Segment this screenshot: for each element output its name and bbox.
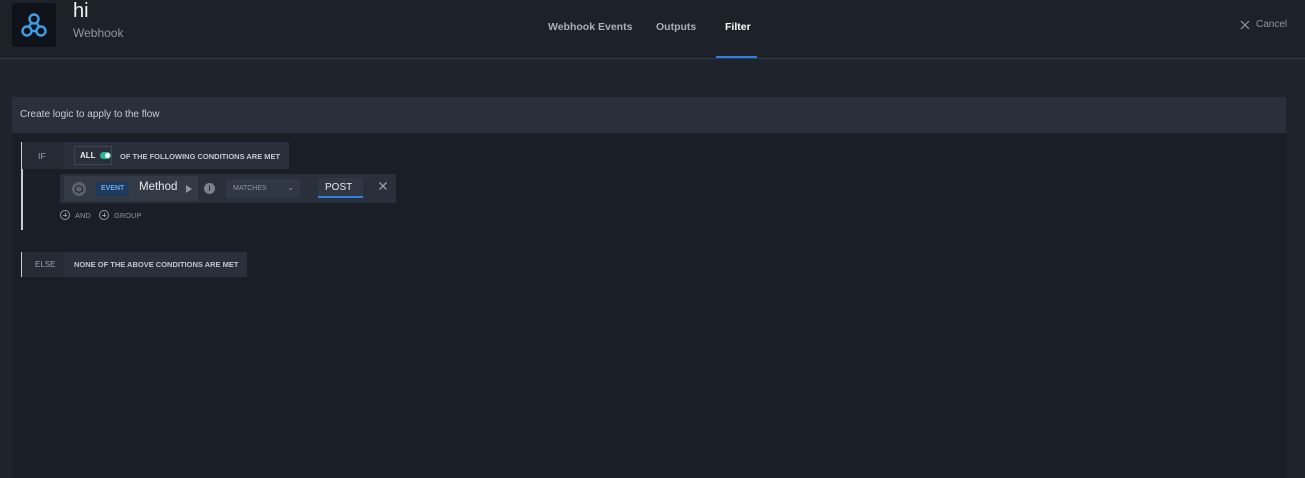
plus-circle-icon	[99, 210, 109, 220]
rule-field-selector[interactable]: EVENT Method	[64, 176, 198, 201]
remove-rule-icon[interactable]	[378, 181, 388, 191]
cancel-label: Cancel	[1256, 19, 1288, 30]
info-icon[interactable]: i	[204, 183, 215, 194]
else-keyword: ELSE	[22, 252, 64, 277]
caret-right-icon[interactable]	[186, 185, 192, 193]
cancel-button[interactable]: Cancel	[1240, 19, 1287, 30]
value-input[interactable]	[318, 178, 363, 198]
quantifier-toggle[interactable]: ALL	[74, 146, 112, 165]
else-condition-text: NONE OF THE ABOVE CONDITIONS ARE MET	[64, 252, 247, 277]
operator-dropdown[interactable]: MATCHES ⌄	[226, 179, 300, 198]
panel-header: Create logic to apply to the flow	[12, 97, 1286, 133]
if-condition-text: OF THE FOLLOWING CONDITIONS ARE MET	[120, 152, 281, 161]
chevron-down-icon: ⌄	[287, 183, 294, 192]
add-and-button[interactable]: AND	[60, 210, 91, 220]
plus-circle-icon	[60, 210, 70, 220]
field-name: Method	[139, 181, 178, 193]
tab-webhook-events[interactable]: Webhook Events	[548, 21, 632, 33]
webhook-icon	[12, 3, 56, 47]
panel-heading: Create logic to apply to the flow	[20, 109, 160, 120]
source-badge: EVENT	[96, 181, 130, 196]
add-and-label: AND	[75, 210, 91, 220]
condition-rule: EVENT Method i MATCHES ⌄	[60, 174, 396, 203]
tab-filter[interactable]: Filter	[725, 21, 751, 33]
tab-outputs[interactable]: Outputs	[656, 21, 696, 33]
quantifier-label: ALL	[80, 151, 96, 160]
app-header: hi Webhook Webhook Events Outputs Filter…	[0, 0, 1305, 59]
active-tab-indicator	[716, 56, 757, 58]
add-group-label: GROUP	[114, 210, 142, 220]
close-icon	[1240, 20, 1250, 29]
if-condition-header: ALL OF THE FOLLOWING CONDITIONS ARE MET	[64, 142, 289, 169]
flow-type-label: Webhook	[73, 26, 124, 40]
add-group-button[interactable]: GROUP	[99, 210, 142, 220]
operator-value: MATCHES	[233, 185, 267, 192]
event-source-icon	[72, 182, 86, 196]
flow-title: hi	[73, 0, 89, 22]
if-keyword: IF	[22, 142, 64, 169]
toggle-switch-icon	[99, 152, 111, 159]
